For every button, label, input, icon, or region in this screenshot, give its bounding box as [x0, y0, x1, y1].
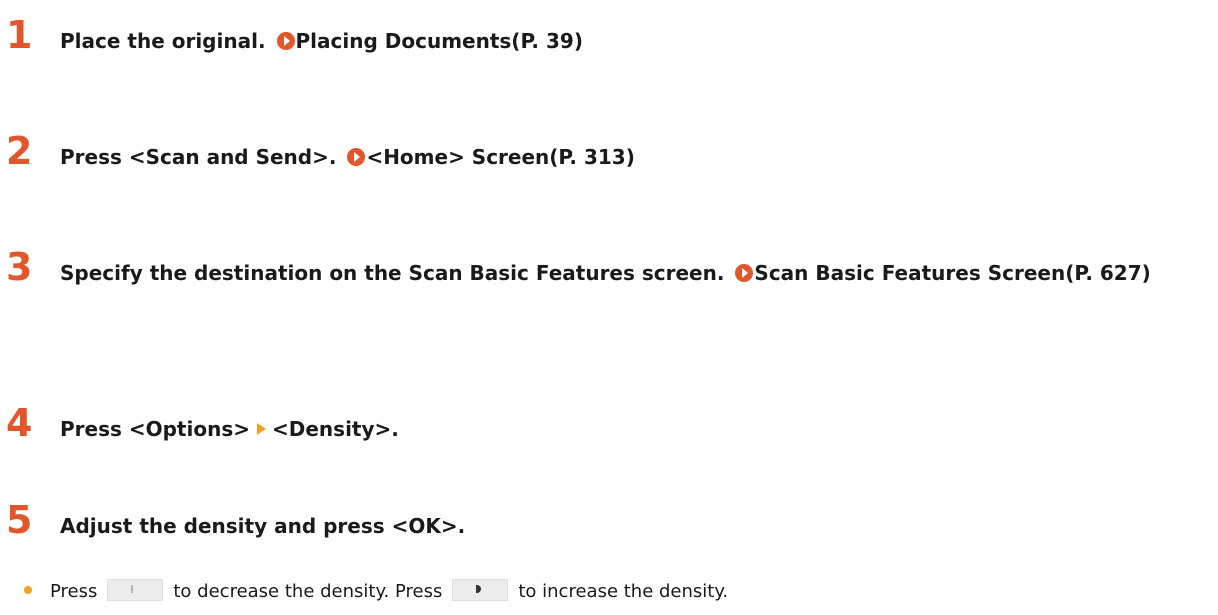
step-text: Place the original. Placing Documents(P.…: [60, 22, 1210, 60]
bullet-text-middle: to decrease the density. Press: [173, 581, 443, 602]
step-text: Specify the destination on the Scan Basi…: [60, 254, 1210, 292]
step-number: 4: [6, 401, 33, 445]
step-number: 3: [6, 245, 33, 289]
step-number: 5: [6, 498, 33, 542]
density-decrease-key: [107, 579, 164, 601]
step-instruction: Press <Scan and Send>.: [60, 145, 337, 169]
density-increase-icon: [476, 585, 482, 593]
step-text: Press <Scan and Send>. <Home> Screen(P. …: [60, 138, 1210, 176]
step-text: Press <Options> <Density>.: [60, 410, 1210, 448]
density-instruction: Press to decrease the density. Press to in…: [24, 578, 728, 606]
step-instruction: Press <Options>: [60, 417, 250, 441]
step-text: Adjust the density and press <OK>.: [60, 507, 1210, 545]
bullet-text-press: Press: [50, 581, 98, 602]
step-instruction-continued: <Density>.: [272, 417, 399, 441]
step-number: 2: [6, 129, 33, 173]
bullet-text-end: to increase the density.: [518, 581, 729, 602]
home-screen-link[interactable]: <Home> Screen(P. 313): [366, 145, 634, 169]
bullet-icon: [24, 586, 32, 594]
density-decrease-icon: [131, 585, 134, 593]
menu-separator-arrow-icon: [257, 423, 266, 435]
scan-basic-features-screen-link[interactable]: Scan Basic Features Screen(P. 627): [754, 261, 1150, 285]
step-instruction: Specify the destination on the Scan Basi…: [60, 261, 725, 285]
link-arrow-icon: [347, 148, 366, 166]
step-instruction: Place the original.: [60, 29, 266, 53]
link-arrow-icon: [276, 32, 295, 50]
step-instruction: Adjust the density and press <OK>.: [60, 514, 466, 538]
link-arrow-icon: [735, 264, 754, 282]
density-increase-key: [452, 579, 509, 601]
placing-documents-link[interactable]: Placing Documents(P. 39): [296, 29, 583, 53]
step-number: 1: [6, 13, 33, 57]
